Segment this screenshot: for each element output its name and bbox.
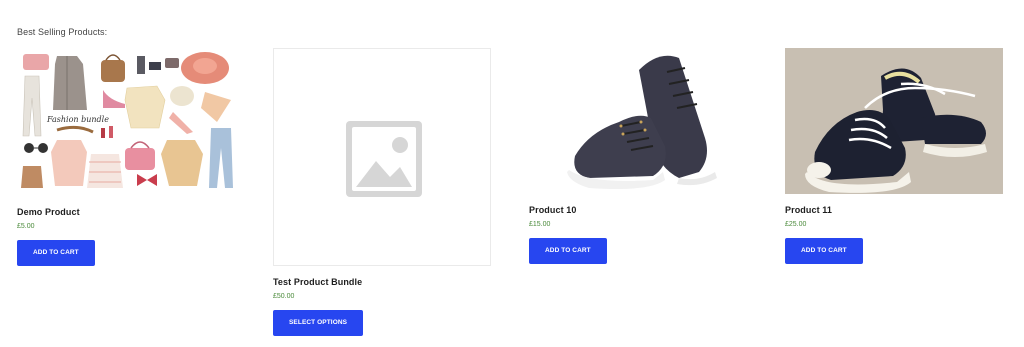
product-title[interactable]: Demo Product [17,207,237,217]
product-card: Product 10 £15.00 ADD TO CART [529,48,749,264]
fashion-bundle-image: Fashion bundle [17,48,235,196]
add-to-cart-button[interactable]: ADD TO CART [17,240,95,266]
converse-sneakers-image [785,48,1003,194]
product-card: Product 11 £25.00 ADD TO CART [785,48,1005,264]
section-heading: Best Selling Products: [17,27,108,37]
product-image[interactable] [529,48,747,194]
image-caption: Fashion bundle [46,115,109,124]
product-image[interactable] [273,48,491,266]
placeholder-image-icon [274,49,490,265]
product-card: Fashion bundle Demo Product £5.00 ADD TO… [17,48,237,266]
product-title[interactable]: Product 10 [529,205,749,215]
product-price: £15.00 [529,221,551,228]
product-card: Test Product Bundle £50.00 SELECT OPTION… [273,48,493,336]
product-image[interactable]: Fashion bundle [17,48,235,196]
product-image[interactable] [785,48,1003,194]
product-title[interactable]: Test Product Bundle [273,277,493,287]
sneaker-image [529,48,747,194]
product-title[interactable]: Product 11 [785,205,1005,215]
product-price: £5.00 [17,223,35,230]
product-price: £50.00 [273,293,295,300]
add-to-cart-button[interactable]: ADD TO CART [529,238,607,264]
select-options-button[interactable]: SELECT OPTIONS [273,310,364,336]
product-price: £25.00 [785,221,807,228]
add-to-cart-button[interactable]: ADD TO CART [785,238,863,264]
